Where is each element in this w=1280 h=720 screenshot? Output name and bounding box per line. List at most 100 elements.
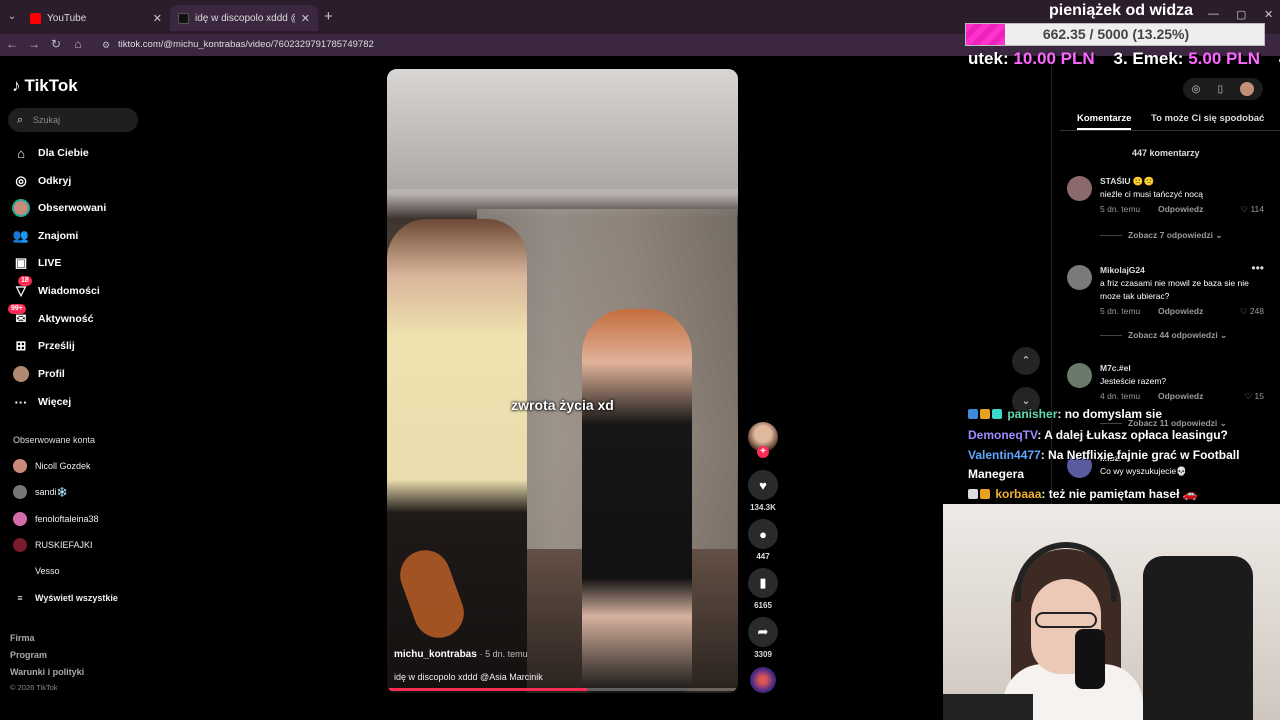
video-caption: zwrota życia xd (511, 397, 614, 413)
chat-user: panisher (1007, 407, 1058, 421)
site-info-icon[interactable]: ⚙ (102, 36, 110, 54)
minimize-icon[interactable]: — (1208, 8, 1219, 20)
chat-badge-icon (980, 489, 990, 499)
profile-icon (12, 365, 30, 383)
video-author[interactable]: michu_kontrabas · 5 dn. temu (394, 649, 528, 660)
tab-youtube[interactable]: YouTube ✕ (22, 5, 170, 31)
followed-account[interactable]: Nicoll Gozdek (13, 458, 91, 474)
chat-message: korbaaa: też nie pamiętam haseł 🚗 (968, 485, 1268, 504)
user-avatar[interactable] (1240, 82, 1255, 96)
chat-text: : też nie pamiętam haseł 🚗 (1041, 487, 1198, 501)
webcam-microphone (1075, 629, 1105, 689)
author-name[interactable]: michu_kontrabas (394, 649, 477, 660)
heart-icon[interactable]: ♥ (748, 470, 778, 500)
footer-program[interactable]: Program (10, 650, 47, 660)
reply-button[interactable]: Odpowiedz (1158, 204, 1203, 214)
comment-like[interactable]: ♡ 15 (1245, 391, 1264, 402)
video-progress-bar[interactable] (387, 688, 738, 691)
more-options-icon[interactable]: ••• (1251, 261, 1264, 275)
tiktok-logo[interactable]: ♪ TikTok (12, 76, 78, 96)
follow-plus-icon[interactable]: + (757, 446, 769, 458)
nav-following[interactable]: Obserwowani (12, 198, 106, 218)
reply-button[interactable]: Odpowiedz (1158, 306, 1203, 316)
avatar[interactable] (1067, 176, 1092, 201)
show-all-button[interactable]: ≡ Wyświetl wszystkie (13, 590, 118, 606)
followed-account[interactable]: fenoloftaleina38 (13, 511, 99, 527)
nav-upload[interactable]: ⊞ Prześlij (12, 336, 75, 356)
footer-company[interactable]: Firma (10, 633, 35, 643)
tab-tiktok[interactable]: idę w discopolo xddd @Asia M... ✕ (170, 5, 318, 31)
avatar[interactable] (1067, 265, 1092, 290)
nav-for-you[interactable]: ⌂ Dla Ciebie (12, 143, 89, 163)
save-action[interactable]: ▮ 6165 (748, 568, 778, 610)
show-all-label: Wyświetl wszystkie (35, 593, 118, 603)
comment-user[interactable]: M7c.#el (1100, 363, 1131, 373)
upload-icon: ⊞ (15, 338, 27, 353)
comment-like[interactable]: ♡ 248 (1240, 306, 1264, 317)
home-icon: ⌂ (17, 145, 25, 161)
comment-user[interactable]: MikolajG24 (1100, 265, 1145, 275)
close-tab-icon[interactable]: ✕ (301, 12, 310, 25)
share-action[interactable]: ➦ 3309 (748, 617, 778, 659)
like-action[interactable]: ♥ 134.3K (748, 470, 778, 512)
home-icon[interactable]: ⌂ (70, 37, 86, 51)
webcam-headset (1015, 542, 1117, 602)
avatar[interactable] (1067, 363, 1092, 388)
search-input[interactable]: ⌕ Szukaj (8, 108, 138, 132)
stream-chat: panisher: no domyslam sie DemoneqTV: A d… (968, 405, 1268, 504)
view-replies-button[interactable]: Zobacz 7 odpowiedzi ⌄ (1100, 230, 1223, 241)
account-name: RUSKIEFAJKI (35, 540, 93, 550)
comment-age: 5 dn. temu (1100, 204, 1141, 214)
comment-like[interactable]: ♡ 114 (1240, 204, 1264, 215)
tab-search-icon[interactable]: ⌄ (4, 9, 20, 25)
activity-icon: ✉ 99+ (8, 304, 30, 328)
url-field[interactable]: ⚙ tiktok.com/@michu_kontrabas/video/7602… (98, 36, 958, 54)
new-tab-button[interactable]: + (324, 8, 333, 25)
donation-goal-title: pieniążek od widza (1049, 2, 1194, 19)
followed-account[interactable]: RUSKIEFAJKI (13, 537, 93, 553)
close-window-icon[interactable]: ✕ (1264, 8, 1273, 21)
forward-icon[interactable]: → (26, 37, 42, 51)
nav-label: Dla Ciebie (38, 147, 89, 159)
phone-icon[interactable]: ▯ (1218, 84, 1224, 95)
previous-video-button[interactable]: ⌃ (1012, 347, 1040, 375)
video-player[interactable]: zwrota życia xd michu_kontrabas · 5 dn. … (387, 69, 738, 693)
followed-account[interactable]: sandi❄️ (13, 484, 68, 500)
nav-explore[interactable]: ◎ Odkryj (12, 171, 71, 191)
avatar (13, 512, 27, 526)
comment-text: Jesteście razem? (1100, 376, 1167, 386)
music-disc-icon[interactable] (750, 667, 776, 693)
nav-label: Odkryj (38, 175, 72, 187)
nav-activity[interactable]: ✉ 99+ Aktywność (8, 304, 93, 329)
more-icon: ··· (14, 394, 28, 410)
followed-account[interactable]: Vesso (13, 563, 60, 579)
tab-comments[interactable]: Komentarze (1077, 113, 1131, 124)
bookmark-icon[interactable]: ▮ (748, 568, 778, 598)
chat-text: : no domyslam sie (1057, 407, 1163, 421)
coin-icon[interactable]: ◎ (1192, 84, 1201, 95)
nav-label: Znajomi (38, 230, 79, 242)
avatar (13, 459, 27, 473)
chat-badge-icon (980, 409, 990, 419)
comment-action[interactable]: ● 447 (748, 519, 778, 561)
maximize-icon[interactable]: ▢ (1236, 8, 1246, 21)
nav-messages[interactable]: ▽ 18 Wiadomości (12, 276, 100, 301)
comment-icon[interactable]: ● (748, 519, 778, 549)
close-tab-icon[interactable]: ✕ (153, 12, 162, 25)
nav-friends[interactable]: 👥 Znajomi (12, 226, 78, 246)
reply-button[interactable]: Odpowiedz (1158, 391, 1203, 401)
nav-more[interactable]: ··· Więcej (12, 392, 72, 412)
heart-outline-icon: ♡ (1240, 204, 1249, 214)
reload-icon[interactable]: ↻ (48, 37, 64, 51)
view-replies-button[interactable]: Zobacz 44 odpowiedzi ⌄ (1100, 330, 1227, 341)
nav-label: Obserwowani (38, 202, 107, 214)
nav-profile[interactable]: Profil (12, 364, 65, 384)
list-icon: ≡ (17, 593, 23, 603)
footer-terms[interactable]: Warunki i polityki (10, 667, 84, 677)
tab-related[interactable]: To może Ci się spodobać (1151, 113, 1264, 124)
back-icon[interactable]: ← (4, 37, 20, 51)
nav-live[interactable]: ▣ LIVE (12, 253, 62, 273)
comment-user[interactable]: STAŚIU 🙁🙁 (1100, 176, 1154, 187)
share-icon[interactable]: ➦ (748, 617, 778, 647)
avatar (13, 538, 27, 552)
